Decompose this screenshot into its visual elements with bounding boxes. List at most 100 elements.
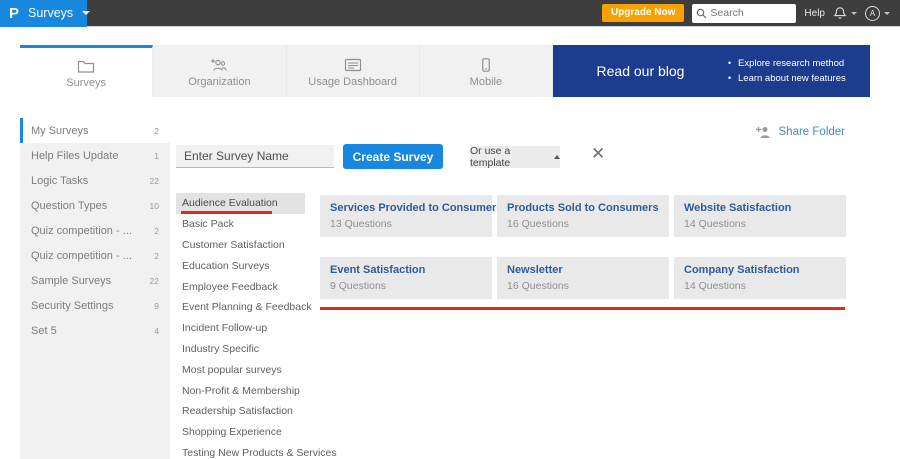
blog-banner[interactable]: Read our blog Explore research method Le… xyxy=(553,45,870,97)
template-card[interactable]: Services Provided to Consumers 13 Questi… xyxy=(320,195,503,237)
tab-label: Usage Dashboard xyxy=(308,75,397,88)
template-cards: Services Provided to Consumers 13 Questi… xyxy=(320,195,846,299)
category-label: Readership Satisfaction xyxy=(182,405,293,418)
template-card[interactable]: Company Satisfaction 14 Questions xyxy=(674,257,846,299)
category-event-planning-feedback[interactable]: Event Planning & Feedback xyxy=(176,297,312,318)
topbar: P Surveys Upgrade Now Help xyxy=(0,0,900,27)
tab-usage-dashboard[interactable]: Usage Dashboard xyxy=(286,45,420,97)
share-folder-label: Share Folder xyxy=(778,126,845,138)
category-label: Shopping Experience xyxy=(182,426,282,439)
template-title: Company Satisfaction xyxy=(684,264,800,276)
search-input[interactable] xyxy=(710,3,795,23)
product-switcher[interactable]: P Surveys xyxy=(0,0,91,27)
blog-bullet: Explore research method xyxy=(728,56,846,71)
account-menu[interactable]: A xyxy=(865,5,890,21)
template-question-count: 16 Questions xyxy=(507,218,569,230)
template-question-count: 14 Questions xyxy=(684,218,746,230)
tab-surveys[interactable]: Surveys xyxy=(20,45,154,97)
mobile-icon xyxy=(482,57,490,72)
tab-row: Surveys Organization Usage Dashboard Mob… xyxy=(20,45,870,97)
folder-label: Quiz competition - ... xyxy=(31,224,132,237)
folder-count: 2 xyxy=(154,125,159,136)
category-label: Event Planning & Feedback xyxy=(182,301,312,314)
template-title: Website Satisfaction xyxy=(684,202,792,214)
template-title: Services Provided to Consumers xyxy=(330,202,503,214)
sidebar-item-set-5[interactable]: Set 5 4 xyxy=(20,318,170,343)
tab-mobile[interactable]: Mobile xyxy=(419,45,553,97)
category-most-popular-surveys[interactable]: Most popular surveys xyxy=(176,359,305,380)
red-annotation-line xyxy=(320,307,845,310)
template-card[interactable]: Event Satisfaction 9 Questions xyxy=(320,257,492,299)
folder-label: My Surveys xyxy=(31,124,89,137)
category-label: Basic Pack xyxy=(182,218,234,231)
folder-count: 2 xyxy=(154,250,159,261)
use-template-label: Or use a template xyxy=(470,145,511,169)
category-education-surveys[interactable]: Education Surveys xyxy=(176,255,305,276)
upgrade-now-button[interactable]: Upgrade Now xyxy=(601,4,685,22)
chevron-down-icon xyxy=(851,11,857,15)
sidebar-item-sample-surveys[interactable]: Sample Surveys 22 xyxy=(20,268,170,293)
category-customer-satisfaction[interactable]: Customer Satisfaction xyxy=(176,235,305,256)
chevron-up-icon xyxy=(554,155,560,159)
tabs: Surveys Organization Usage Dashboard Mob… xyxy=(20,45,553,97)
proprofs-logo: P xyxy=(9,4,20,22)
category-testing-new-products-services[interactable]: Testing New Products & Services xyxy=(176,443,337,459)
use-template-dropdown[interactable]: Or use a template xyxy=(470,145,560,169)
blog-bullet: Learn about new features xyxy=(728,71,846,86)
category-employee-feedback[interactable]: Employee Feedback xyxy=(176,276,305,297)
search-box xyxy=(692,3,797,23)
tab-organization[interactable]: Organization xyxy=(153,45,287,97)
template-title: Newsletter xyxy=(507,264,563,276)
folder-icon xyxy=(78,60,95,73)
folder-label: Help Files Update xyxy=(31,149,119,162)
app-menu-label: Surveys xyxy=(28,6,74,20)
tab-label: Surveys xyxy=(66,77,106,89)
category-label: Employee Feedback xyxy=(182,280,278,293)
folder-label: Question Types xyxy=(31,199,108,212)
template-categories: Audience Evaluation Basic Pack Customer … xyxy=(176,193,337,459)
sidebar-item-help-files-update[interactable]: Help Files Update 1 xyxy=(20,143,170,168)
tab-label: Organization xyxy=(188,75,251,88)
category-non-profit-membership[interactable]: Non-Profit & Membership xyxy=(176,380,305,401)
template-question-count: 16 Questions xyxy=(507,280,569,292)
folder-count: 1 xyxy=(154,150,159,161)
close-icon[interactable]: ✕ xyxy=(591,144,605,164)
folder-count: 9 xyxy=(154,300,159,311)
category-label: Non-Profit & Membership xyxy=(182,384,300,397)
folder-label: Security Settings xyxy=(31,299,114,312)
sidebar-item-security-settings[interactable]: Security Settings 9 xyxy=(20,293,170,318)
category-audience-evaluation[interactable]: Audience Evaluation xyxy=(176,193,305,214)
sidebar-item-quiz-competition-2[interactable]: Quiz competition - ... 2 xyxy=(20,243,170,268)
category-incident-follow-up[interactable]: Incident Follow-up xyxy=(176,318,305,339)
app-screen: P Surveys Upgrade Now Help xyxy=(0,0,900,459)
create-survey-button[interactable]: Create Survey xyxy=(343,144,443,169)
folder-count: 22 xyxy=(149,275,159,286)
template-title: Event Satisfaction xyxy=(330,264,426,276)
category-label: Incident Follow-up xyxy=(182,322,268,335)
template-card[interactable]: Products Sold to Consumers 16 Questions xyxy=(497,195,669,237)
notifications-menu[interactable] xyxy=(833,6,857,20)
folder-label: Logic Tasks xyxy=(31,174,89,187)
template-card[interactable]: Newsletter 16 Questions xyxy=(497,257,669,299)
share-folder-link[interactable]: Share Folder xyxy=(755,125,845,139)
category-basic-pack[interactable]: Basic Pack xyxy=(176,214,305,235)
sidebar-item-quiz-competition-1[interactable]: Quiz competition - ... 2 xyxy=(20,218,170,243)
category-label: Education Surveys xyxy=(182,259,270,272)
category-readership-satisfaction[interactable]: Readership Satisfaction xyxy=(176,401,305,422)
sidebar-item-my-surveys[interactable]: My Surveys 2 xyxy=(20,118,170,143)
survey-name-input[interactable] xyxy=(176,145,334,168)
share-person-icon xyxy=(755,127,770,138)
category-industry-specific[interactable]: Industry Specific xyxy=(176,339,305,360)
blog-banner-bullets: Explore research method Learn about new … xyxy=(728,56,846,86)
category-label: Testing New Products & Services xyxy=(182,446,337,459)
folder-label: Quiz competition - ... xyxy=(31,249,132,262)
chevron-down-icon xyxy=(884,11,890,15)
category-shopping-experience[interactable]: Shopping Experience xyxy=(176,422,305,443)
help-link[interactable]: Help xyxy=(804,8,825,19)
template-question-count: 14 Questions xyxy=(684,280,746,292)
sidebar-item-logic-tasks[interactable]: Logic Tasks 22 xyxy=(20,168,170,193)
template-card[interactable]: Website Satisfaction 14 Questions xyxy=(674,195,846,237)
sidebar-item-question-types[interactable]: Question Types 10 xyxy=(20,193,170,218)
folder-label: Set 5 xyxy=(31,324,57,337)
template-title: Products Sold to Consumers xyxy=(507,202,659,214)
